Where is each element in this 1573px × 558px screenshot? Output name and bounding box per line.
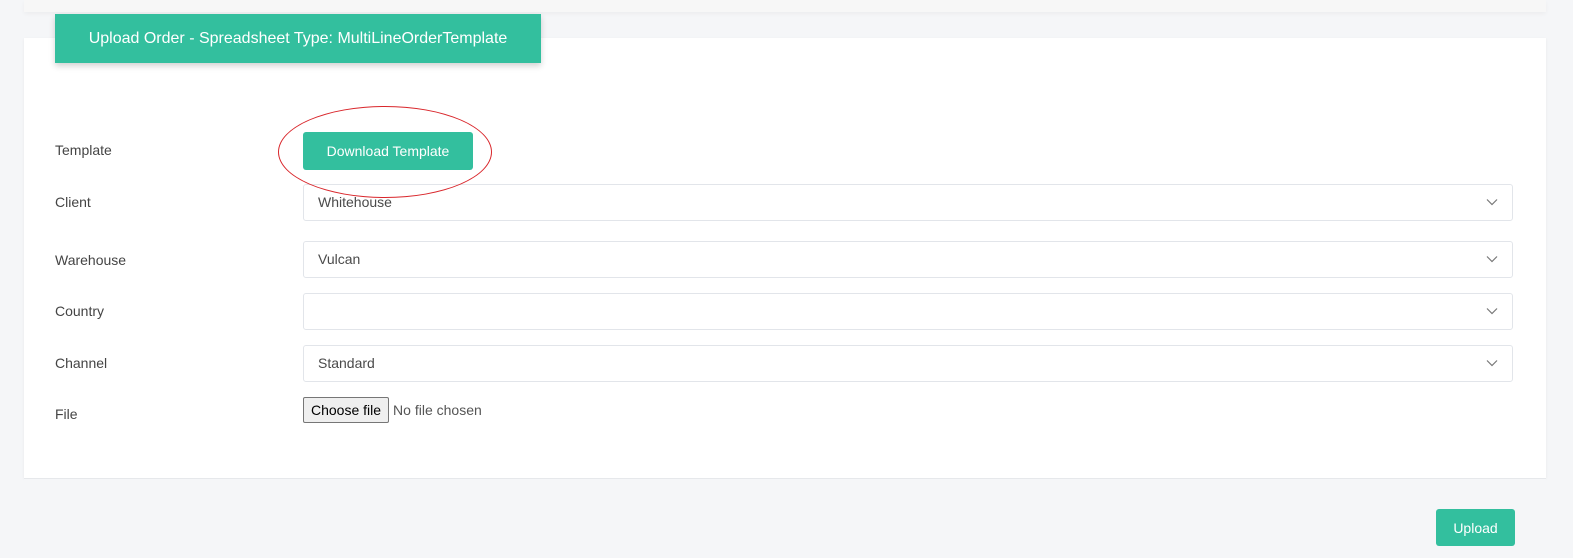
channel-label: Channel [55,355,108,371]
file-status-text: No file chosen [393,402,482,418]
file-input[interactable]: Choose file No file chosen [303,397,482,423]
client-select[interactable]: Whitehouse [303,184,1513,221]
choose-file-button[interactable]: Choose file [303,397,390,423]
chevron-down-icon [1486,308,1498,315]
previous-card-edge [24,0,1546,12]
card-header-title: Upload Order - Spreadsheet Type: MultiLi… [55,14,541,63]
upload-button[interactable]: Upload [1436,509,1515,546]
chevron-down-icon [1486,360,1498,367]
warehouse-select[interactable]: Vulcan [303,241,1513,278]
chevron-down-icon [1486,256,1498,263]
file-label: File [55,406,78,422]
client-select-value: Whitehouse [318,194,392,210]
client-label: Client [55,194,91,210]
channel-select-value: Standard [318,355,375,371]
warehouse-select-value: Vulcan [318,251,361,267]
download-template-button[interactable]: Download Template [303,132,473,170]
country-label: Country [55,303,105,319]
channel-select[interactable]: Standard [303,345,1513,382]
country-select[interactable] [303,293,1513,330]
warehouse-label: Warehouse [55,252,127,268]
template-label: Template [55,142,112,158]
chevron-down-icon [1486,199,1498,206]
card-footer [24,478,1546,558]
